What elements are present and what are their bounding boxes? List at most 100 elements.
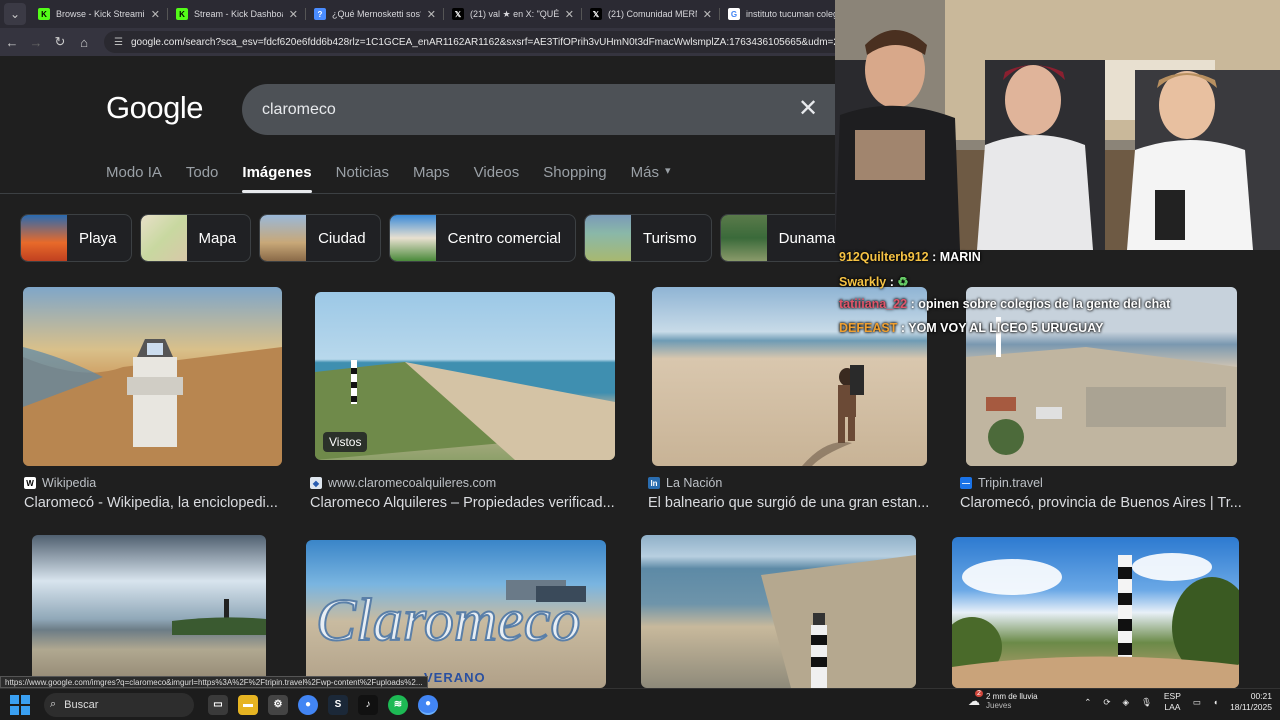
weather-widget[interactable]: ☁ 2 2 mm de lluvia Jueves: [968, 690, 1038, 710]
result-source[interactable]: W Wikipedia: [24, 476, 96, 490]
result-thumbnail[interactable]: [23, 287, 282, 466]
result-title[interactable]: Claromecó, provincia de Buenos Aires | T…: [960, 495, 1248, 511]
system-tray: ⌃ ⟳ ◈ 🎙 ESP LAA ▭ ◖ 00:21 18/11/2025: [1084, 691, 1272, 713]
stream-chat-overlay: 912Quilterb912 : MARIN Swarkly : ♻ tatiiia…: [839, 250, 1269, 344]
language-indicator[interactable]: ESP LAA: [1164, 691, 1181, 713]
tab-search-menu[interactable]: ⌄: [4, 3, 26, 25]
quiz-icon: ?: [314, 8, 326, 20]
back-icon[interactable]: ←: [0, 35, 24, 50]
aerial-lighthouse-photo: [761, 555, 916, 688]
close-icon[interactable]: ✕: [703, 8, 712, 21]
result-source[interactable]: — Tripin.travel: [960, 476, 1043, 490]
striped-lighthouse-photo: [952, 553, 1239, 688]
wifi-icon[interactable]: ▭: [1193, 697, 1201, 708]
chip-label: Dunamar: [778, 229, 841, 247]
spotify-icon[interactable]: ≋: [388, 694, 408, 715]
chat-separator: :: [928, 250, 940, 264]
chip-thumbnail: [584, 215, 631, 261]
viewed-badge: Vistos: [323, 432, 368, 452]
x-icon: 𝕏: [590, 8, 602, 20]
forward-icon[interactable]: →: [24, 35, 48, 50]
tab-todo[interactable]: Todo: [186, 164, 219, 181]
chevron-up-icon[interactable]: ⌃: [1084, 697, 1091, 708]
chat-message: tatiiiana_22 : opinen sobre colegios de …: [839, 297, 1269, 321]
windows-start-icon[interactable]: [10, 694, 30, 715]
tab-noticias[interactable]: Noticias: [336, 164, 389, 181]
browser-tab[interactable]: 𝕏 (21) Comunidad MERNO ✕: [582, 0, 720, 28]
tab-modo-ia[interactable]: Modo IA: [106, 164, 162, 181]
close-icon[interactable]: ✕: [151, 8, 160, 21]
chrome-icon[interactable]: ●: [298, 694, 318, 715]
sync-icon[interactable]: ⟳: [1103, 697, 1110, 708]
result-thumbnail[interactable]: [32, 535, 266, 688]
weather-text: 2 mm de lluvia: [986, 692, 1038, 701]
windows-taskbar: ⌕ Buscar ▭ ▬ ⚙ ● S ♪ ≋ ● ☁ 2 2 mm de lluv…: [0, 688, 1280, 720]
weather-day: Jueves: [986, 701, 1012, 710]
search-input[interactable]: claromeco: [242, 84, 862, 135]
volume-icon[interactable]: ◖: [1213, 697, 1218, 707]
tab-más[interactable]: Más: [631, 164, 659, 181]
tab-videos[interactable]: Videos: [474, 164, 520, 181]
weather-badge: 2: [975, 690, 983, 697]
chip-thumbnail: [21, 215, 67, 261]
browser-tab[interactable]: ? ¿Qué Mernosketti sos? (d ✕: [306, 0, 444, 28]
tiktok-icon[interactable]: ♪: [358, 694, 378, 715]
tab-maps[interactable]: Maps: [413, 164, 450, 181]
chip-label: Playa: [79, 229, 117, 247]
chat-text: opinen sobre colegios de la gente del ch…: [918, 297, 1171, 311]
close-icon[interactable]: ✕: [289, 8, 298, 21]
microphone-icon[interactable]: 🎙: [1141, 697, 1152, 708]
tab-shopping[interactable]: Shopping: [543, 164, 606, 181]
chat-message: DEFEAST : YOM VOY AL LICEO 5 URUGUAY: [839, 321, 1269, 345]
clear-search-icon[interactable]: ✕: [798, 94, 818, 123]
chip-playa[interactable]: Playa: [20, 214, 132, 262]
caret-down-icon: ▾: [665, 165, 671, 177]
clock[interactable]: 00:21 18/11/2025: [1230, 691, 1272, 713]
chip-label: Centro comercial: [447, 229, 561, 247]
tab-imágenes[interactable]: Imágenes: [242, 164, 312, 193]
steam-icon[interactable]: S: [328, 694, 348, 715]
kick-icon: K: [38, 8, 50, 20]
google-logo[interactable]: Google: [106, 90, 203, 126]
result-source[interactable]: ◆ www.claromecoalquileres.com: [310, 476, 496, 490]
close-icon[interactable]: ✕: [565, 8, 574, 21]
site-info-icon[interactable]: ☰: [114, 37, 123, 48]
refinement-chips: Playa Mapa Ciudad Centro comercial Turismo Du…: [20, 214, 856, 262]
task-view-icon[interactable]: ▭: [208, 694, 228, 715]
settings-app-icon[interactable]: ⚙: [268, 694, 288, 715]
chat-message: 912Quilterb912 : MARIN: [839, 250, 1269, 274]
result-thumbnail[interactable]: Claromeco: [306, 540, 606, 688]
chip-turismo[interactable]: Turismo: [583, 214, 712, 262]
chrome-active-icon[interactable]: ●: [418, 694, 438, 715]
x-icon: 𝕏: [452, 8, 464, 20]
browser-tab[interactable]: K Browse - Kick Streaming ✕: [30, 0, 168, 28]
tripin-icon: —: [960, 477, 972, 489]
chip-thumbnail: [389, 215, 436, 261]
webcam-overlay: [835, 0, 1280, 250]
result-thumbnail[interactable]: [952, 537, 1239, 688]
tab-label: Browse - Kick Streaming: [56, 9, 145, 19]
chip-label: Mapa: [198, 229, 237, 247]
browser-tab[interactable]: 𝕏 (21) val ★ en X: "QUÉ TAN ✕: [444, 0, 582, 28]
tab-label: (21) Comunidad MERNO: [608, 9, 697, 19]
result-title[interactable]: Claromecó - Wikipedia, la enciclopedi...: [24, 495, 286, 511]
result-thumbnail[interactable]: Vistos: [315, 292, 615, 460]
close-icon[interactable]: ✕: [427, 8, 436, 21]
chip-mapa[interactable]: Mapa: [139, 214, 252, 262]
result-title[interactable]: El balneario que surgió de una gran esta…: [648, 495, 938, 511]
chat-separator: :: [897, 320, 909, 335]
home-icon[interactable]: ⌂: [72, 35, 96, 50]
result-title[interactable]: Claromeco Alquileres – Propiedades verif…: [310, 495, 620, 511]
google-icon: G: [728, 8, 740, 20]
file-explorer-icon[interactable]: ▬: [238, 694, 258, 715]
reload-icon[interactable]: ↻: [48, 34, 72, 50]
network-tray-icon[interactable]: ◈: [1123, 697, 1130, 708]
browser-tab[interactable]: K Stream - Kick Dashboard ✕: [168, 0, 306, 28]
tab-label: Stream - Kick Dashboard: [194, 9, 283, 19]
chip-ciudad[interactable]: Ciudad: [259, 214, 381, 262]
kick-icon: K: [176, 8, 188, 20]
taskbar-search[interactable]: ⌕ Buscar: [44, 692, 194, 717]
chip-centro-comercial[interactable]: Centro comercial: [388, 214, 576, 262]
result-thumbnail[interactable]: [641, 535, 916, 688]
result-source[interactable]: ln La Nación: [648, 476, 722, 490]
